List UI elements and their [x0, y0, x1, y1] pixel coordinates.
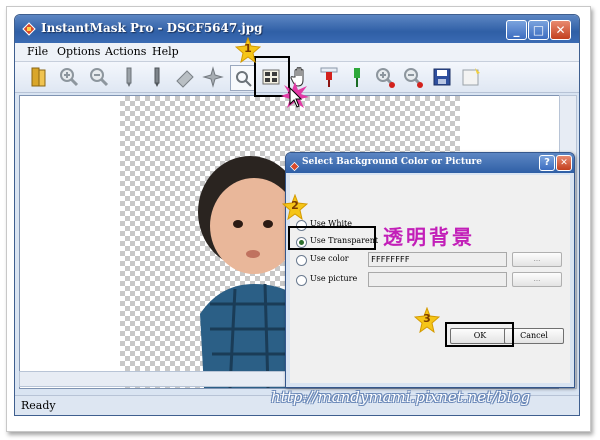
- transparent-background-note: 透明背景: [383, 225, 475, 249]
- dialog-title: Select Background Color or Picture: [302, 157, 483, 167]
- open-folder-icon[interactable]: [27, 65, 51, 89]
- option-label: Use picture: [310, 274, 358, 283]
- radio-use-color[interactable]: [296, 255, 307, 266]
- save-icon[interactable]: [430, 65, 454, 89]
- menu-actions[interactable]: Actions: [105, 45, 146, 58]
- menu-bar: File Options Actions Help: [15, 43, 579, 62]
- menu-help[interactable]: Help: [152, 45, 179, 58]
- dialog-help-button[interactable]: ?: [539, 155, 555, 171]
- highlight-box-ok: [445, 322, 514, 347]
- pencil-gray-icon[interactable]: [117, 65, 141, 89]
- select-tool-icon[interactable]: [230, 65, 256, 91]
- picture-browse-button[interactable]: ...: [512, 272, 562, 287]
- status-text: Ready: [21, 399, 56, 412]
- dialog-title-bar[interactable]: Select Background Color or Picture ? ✕: [286, 153, 574, 173]
- radio-use-picture[interactable]: [296, 275, 307, 286]
- color-value-field[interactable]: FFFFFFFF: [368, 252, 507, 267]
- picture-path-field[interactable]: [368, 272, 507, 287]
- dialog-body: Use White Use Transparent Use color Use …: [290, 175, 570, 383]
- option-label: Use color: [310, 254, 349, 263]
- maximize-button[interactable]: □: [528, 20, 549, 40]
- step-three-number: 3: [423, 312, 431, 325]
- step-two-star: 2: [282, 194, 308, 220]
- color-picker-button[interactable]: ...: [512, 252, 562, 267]
- new-note-icon[interactable]: [459, 65, 483, 89]
- highlight-box-transparent: [288, 226, 376, 250]
- dialog-close-button[interactable]: ✕: [556, 155, 572, 171]
- zoom-out-icon[interactable]: [87, 65, 111, 89]
- step-one-number: 1: [244, 42, 252, 55]
- zoom-in-red-icon[interactable]: [373, 65, 397, 89]
- click-burst-icon: [281, 82, 309, 108]
- menu-options[interactable]: Options: [57, 45, 100, 58]
- eraser-icon[interactable]: [173, 65, 197, 89]
- minimize-button[interactable]: _: [506, 20, 527, 40]
- close-button[interactable]: ✕: [550, 20, 571, 40]
- horizontal-scrollbar[interactable]: [19, 371, 293, 387]
- step-two-number: 2: [291, 199, 299, 212]
- zoom-in-icon[interactable]: [57, 65, 81, 89]
- green-brush-icon[interactable]: [345, 65, 369, 89]
- zoom-out-red-icon[interactable]: [401, 65, 425, 89]
- watermark-url: http://mandymami.pixnet.net/blog: [271, 388, 531, 406]
- background-dialog: Select Background Color or Picture ? ✕ U…: [285, 152, 575, 388]
- window-title: InstantMask Pro - DSCF5647.jpg: [41, 21, 263, 35]
- title-bar[interactable]: InstantMask Pro - DSCF5647.jpg _ □ ✕: [15, 15, 579, 43]
- app-logo-icon: [21, 21, 37, 37]
- red-brush-icon[interactable]: [317, 65, 341, 89]
- dialog-app-icon: [289, 157, 300, 172]
- menu-file[interactable]: File: [27, 45, 48, 58]
- step-one-star: 1: [235, 37, 261, 63]
- pencil-dark-icon[interactable]: [145, 65, 169, 89]
- magic-wand-icon[interactable]: [201, 65, 225, 89]
- step-three-star: 3: [414, 307, 440, 333]
